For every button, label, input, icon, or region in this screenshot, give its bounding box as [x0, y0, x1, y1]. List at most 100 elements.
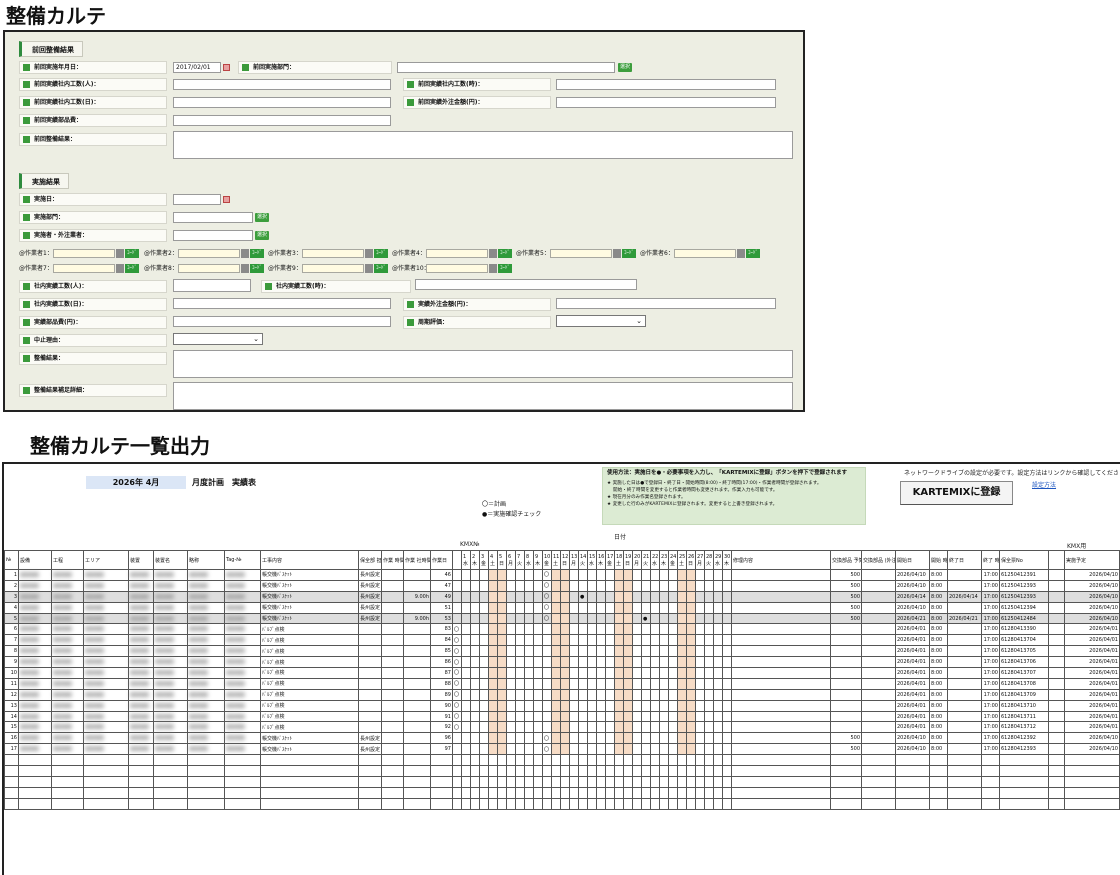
- empty-cell[interactable]: [947, 786, 982, 799]
- day-cell[interactable]: [479, 688, 489, 701]
- parts-outsource[interactable]: [861, 710, 896, 723]
- empty-cell[interactable]: [861, 786, 896, 799]
- day-cell[interactable]: [470, 656, 480, 669]
- empty-cell[interactable]: [524, 754, 534, 767]
- end-date[interactable]: 2026/04/14: [947, 590, 982, 603]
- dept-cell[interactable]: [358, 721, 382, 734]
- day-cell[interactable]: [650, 688, 660, 701]
- parts-outsource[interactable]: [861, 645, 896, 658]
- table-row[interactable]: 15 ■■■■ ■■■■ ■■■■ ■■■■ ■■■■ ■■■■ ■■■■ ﾊﾞﾙﾌﾞ点検 92 〇…: [4, 721, 1120, 734]
- day-cell[interactable]: [506, 699, 516, 712]
- budget-cell[interactable]: [830, 667, 862, 679]
- budget-cell[interactable]: 500: [830, 743, 862, 756]
- day-cell[interactable]: [659, 579, 669, 592]
- empty-cell[interactable]: [895, 797, 930, 810]
- work-content[interactable]: ﾊﾞﾙﾌﾞ点検: [260, 623, 359, 636]
- plan-mark[interactable]: 〇: [452, 667, 462, 679]
- day-cell[interactable]: [650, 579, 660, 592]
- column-header[interactable]: 終了日: [947, 550, 982, 570]
- dept-cell[interactable]: [358, 645, 382, 658]
- day-cell[interactable]: [569, 590, 579, 603]
- start-time[interactable]: 8:00: [929, 677, 948, 690]
- day-cell[interactable]: [713, 645, 723, 658]
- day-cell[interactable]: [515, 656, 525, 669]
- kmx-date[interactable]: 2026/04/01: [1064, 699, 1120, 712]
- empty-cell[interactable]: [560, 786, 570, 799]
- end-date[interactable]: [947, 677, 982, 690]
- day-cell[interactable]: [677, 732, 687, 745]
- day-cell[interactable]: ●: [641, 612, 651, 625]
- day-cell[interactable]: [551, 634, 561, 647]
- date-input[interactable]: [173, 194, 221, 205]
- empty-cell[interactable]: [668, 797, 678, 810]
- worker-dropdown-icon[interactable]: [489, 264, 497, 273]
- time-cell[interactable]: [381, 569, 404, 581]
- empty-cell[interactable]: [686, 775, 696, 788]
- day-cell[interactable]: [488, 688, 498, 701]
- day-cell[interactable]: [596, 612, 606, 625]
- day-cell[interactable]: [668, 677, 678, 690]
- empty-cell[interactable]: [999, 754, 1049, 767]
- day-cell[interactable]: [704, 732, 714, 745]
- day-cell[interactable]: [641, 569, 651, 581]
- day-cell[interactable]: [551, 579, 561, 592]
- day-cell[interactable]: [461, 623, 471, 636]
- day-cell[interactable]: [623, 743, 633, 756]
- work-content[interactable]: ﾊﾞﾙﾌﾞ点検: [260, 634, 359, 647]
- empty-cell[interactable]: [895, 775, 930, 788]
- day-cell[interactable]: [488, 743, 498, 756]
- empty-cell[interactable]: [506, 765, 516, 777]
- budget-cell[interactable]: [830, 623, 862, 636]
- budget-cell[interactable]: 500: [830, 569, 862, 581]
- plan-mark[interactable]: [452, 732, 462, 745]
- day-cell[interactable]: [659, 710, 669, 723]
- day-cell[interactable]: [596, 623, 606, 636]
- repair-content[interactable]: [731, 579, 831, 592]
- day-cell[interactable]: [677, 634, 687, 647]
- day-cell[interactable]: [596, 710, 606, 723]
- hours-cell[interactable]: [403, 601, 431, 614]
- day-cell[interactable]: [461, 656, 471, 669]
- time-cell[interactable]: [381, 590, 404, 603]
- parts-outsource[interactable]: [861, 688, 896, 701]
- worker-input[interactable]: [178, 249, 240, 258]
- repair-content[interactable]: [731, 645, 831, 658]
- empty-cell[interactable]: [497, 754, 507, 767]
- day-cell[interactable]: [632, 623, 642, 636]
- empty-cell[interactable]: [452, 797, 462, 810]
- day-cell[interactable]: [668, 721, 678, 734]
- empty-cell[interactable]: [641, 797, 651, 810]
- dept-cell[interactable]: [358, 699, 382, 712]
- worker-code-button[interactable]: ｺｰﾄﾞ: [498, 249, 512, 258]
- end-date[interactable]: [947, 634, 982, 647]
- day-cell[interactable]: [587, 677, 597, 690]
- day-cell[interactable]: [506, 667, 516, 679]
- empty-cell[interactable]: [1064, 775, 1120, 788]
- day-cell[interactable]: [524, 667, 534, 679]
- day-cell[interactable]: [641, 579, 651, 592]
- empty-cell[interactable]: [947, 797, 982, 810]
- day-cell[interactable]: [650, 569, 660, 581]
- day-cell[interactable]: [560, 688, 570, 701]
- empty-cell[interactable]: [461, 797, 471, 810]
- day-cell[interactable]: [686, 699, 696, 712]
- parts-outsource[interactable]: [861, 579, 896, 592]
- worker-code-button[interactable]: ｺｰﾄﾞ: [250, 249, 264, 258]
- empty-cell[interactable]: [569, 765, 579, 777]
- empty-cell[interactable]: [704, 765, 714, 777]
- day-cell[interactable]: [677, 710, 687, 723]
- empty-row[interactable]: [4, 786, 1120, 799]
- work-content[interactable]: 帳交機ﾊﾞｽｹｯﾄ: [260, 569, 359, 581]
- empty-cell[interactable]: [713, 797, 723, 810]
- empty-cell[interactable]: [731, 797, 831, 810]
- day-cell[interactable]: [533, 688, 543, 701]
- end-date[interactable]: [947, 732, 982, 745]
- day-cell[interactable]: [578, 569, 588, 581]
- empty-cell[interactable]: [533, 754, 543, 767]
- parts-outsource[interactable]: [861, 569, 896, 581]
- day-cell[interactable]: [659, 677, 669, 690]
- worker-dropdown-icon[interactable]: [613, 249, 621, 258]
- kmx-date[interactable]: 2026/04/01: [1064, 710, 1120, 723]
- day-cell[interactable]: [632, 732, 642, 745]
- time-cell[interactable]: [381, 656, 404, 669]
